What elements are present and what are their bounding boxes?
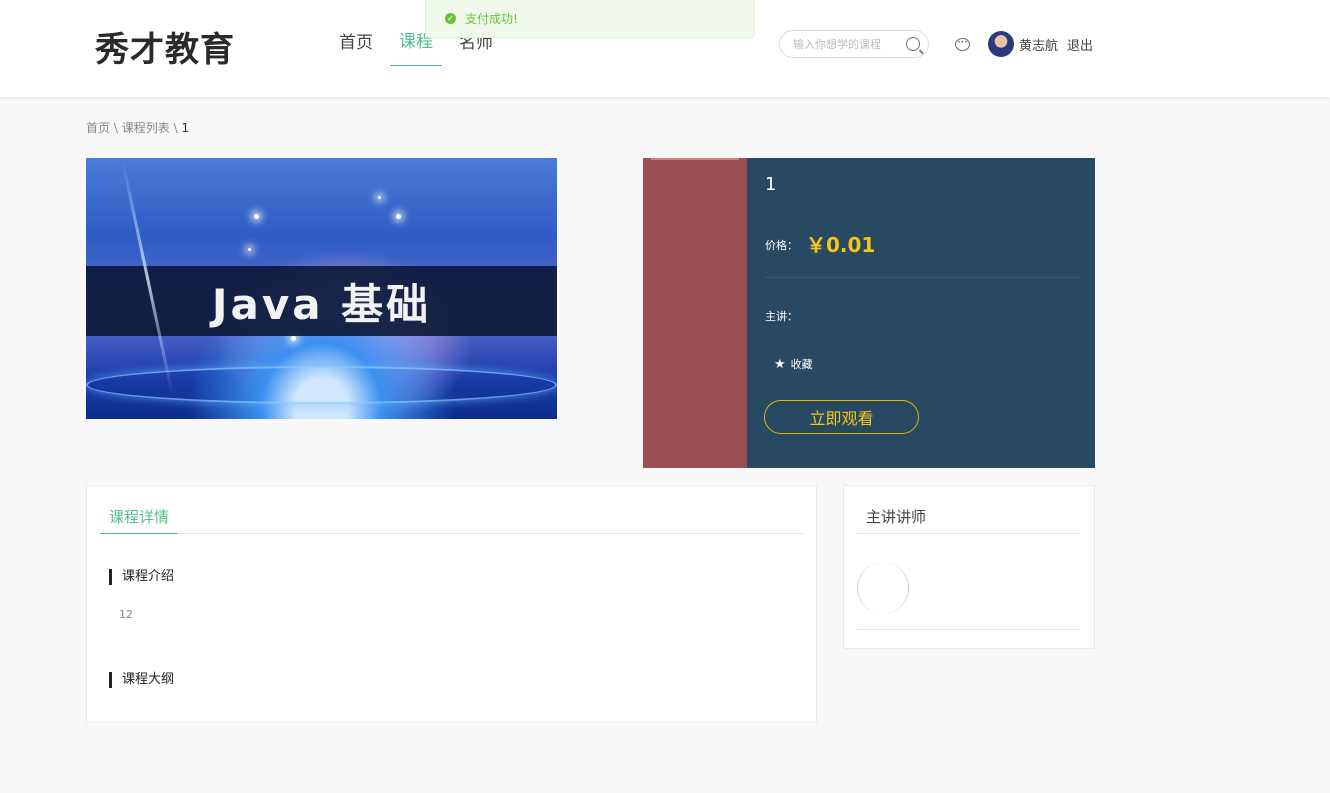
watch-now-button[interactable]: 立即观看 [764, 400, 919, 434]
favorite-button[interactable]: ★ 收藏 [774, 356, 813, 372]
success-toast: ✓ 支付成功! [425, 0, 755, 38]
breadcrumb-course-list[interactable]: 课程列表 [122, 121, 170, 135]
lecturer-divider [857, 629, 1081, 630]
price-value: ￥0.01 [806, 233, 876, 257]
lecturer-card: 主讲讲师 [843, 485, 1095, 649]
star-icon: ★ [774, 356, 786, 372]
sparkle [248, 248, 251, 251]
breadcrumb-separator: \ [113, 121, 118, 135]
outline-section-title: 课程大纲 [109, 672, 174, 688]
sparkle [254, 214, 259, 219]
logo[interactable]: 秀才教育 [95, 22, 235, 71]
avatar[interactable] [988, 31, 1014, 57]
course-banner: Java 基础 [86, 158, 557, 419]
banner-text: Java 基础 [211, 279, 432, 329]
search-box [779, 30, 929, 58]
banner-band: Java 基础 [86, 266, 557, 336]
price-label: 价格： [765, 239, 798, 252]
sparkle [378, 196, 381, 199]
breadcrumb-home[interactable]: 首页 [86, 121, 110, 135]
info-side-strip [643, 158, 747, 468]
lecturer-label: 主讲： [765, 310, 798, 323]
check-circle-icon: ✓ [445, 13, 456, 24]
sparkle [291, 336, 296, 341]
lecturer-avatar[interactable] [857, 562, 909, 614]
search-input[interactable] [793, 37, 903, 51]
course-details-card: 课程详情 课程介绍 12 课程大纲 [86, 485, 817, 723]
intro-text: 12 [119, 608, 133, 621]
nav-item-home[interactable]: 首页 [330, 0, 382, 66]
search-icon[interactable] [906, 37, 920, 51]
breadcrumb-current: 1 [181, 121, 190, 135]
breadcrumb-separator: \ [173, 121, 178, 135]
toast-message: 支付成功! [465, 12, 518, 26]
lecturer-card-title: 主讲讲师 [857, 506, 1081, 534]
breadcrumb: 首页 \ 课程列表 \ 1 [86, 119, 189, 136]
details-tabs: 课程详情 [100, 506, 803, 534]
course-info-panel: 1 价格： ￥0.01 主讲： ★ 收藏 立即观看 [747, 158, 1095, 468]
sparkle [396, 214, 401, 219]
logout-link[interactable]: 退出 [1067, 35, 1093, 54]
info-divider [765, 277, 1082, 278]
username[interactable]: 黄志航 [1019, 35, 1058, 54]
favorite-label: 收藏 [790, 358, 813, 371]
intro-section-title: 课程介绍 [109, 569, 174, 585]
tab-course-details[interactable]: 课程详情 [100, 506, 179, 534]
course-title: 1 [765, 174, 777, 195]
message-icon[interactable]: ••• [955, 38, 970, 51]
